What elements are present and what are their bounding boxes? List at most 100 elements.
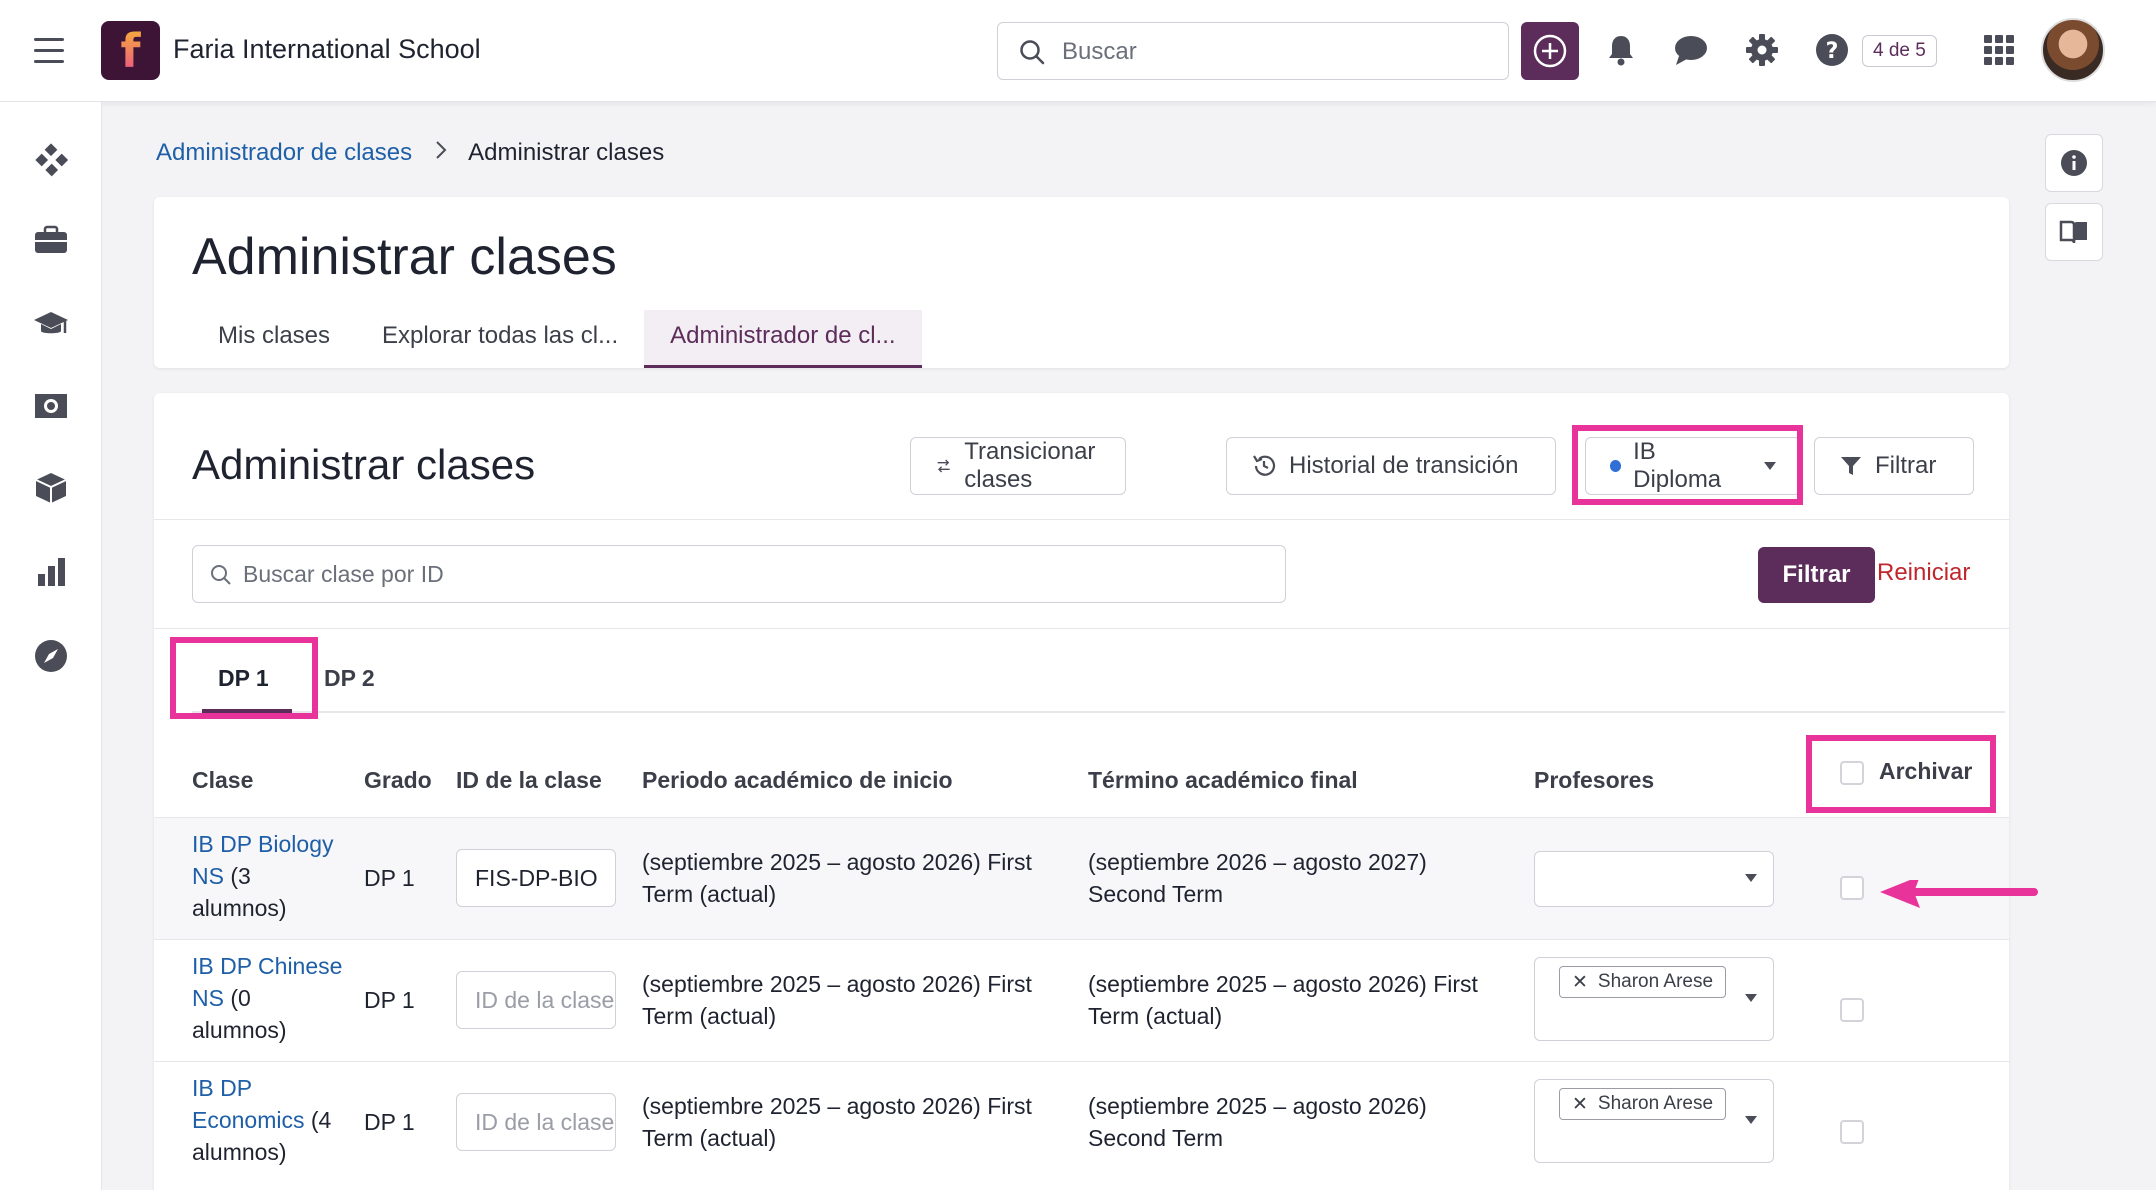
chat-icon[interactable] — [1673, 32, 1709, 68]
class-link[interactable]: IB DP Chinese — [192, 953, 342, 979]
apps-grid-icon[interactable] — [1984, 35, 2014, 65]
class-id-input[interactable]: FIS-DP-BIO — [456, 849, 616, 907]
grade-cell: DP 1 — [364, 987, 415, 1013]
user-avatar[interactable] — [2041, 18, 2105, 82]
graduation-cap-icon[interactable] — [33, 306, 69, 342]
transition-history-button[interactable]: Historial de transición — [1226, 437, 1556, 495]
tab-explorar-clases[interactable]: Explorar todas las cl... — [356, 310, 644, 368]
grade-cell: DP 1 — [364, 1109, 415, 1135]
close-icon[interactable]: ✕ — [1572, 1093, 1588, 1116]
end-term-line: (septiembre 2025 – agosto 2026) First — [1088, 971, 1478, 997]
class-link[interactable]: Economics — [192, 1107, 304, 1133]
search-placeholder: Buscar — [1062, 38, 1137, 65]
filter-button-label: Filtrar — [1875, 452, 1937, 479]
table-row: IB DP Economics (4 alumnos) DP 1 ID de l… — [154, 1061, 2009, 1183]
tab-underline — [192, 711, 2005, 713]
start-period-cell: (septiembre 2025 – agosto 2026) First Te… — [642, 846, 1032, 910]
start-period-line: Term (actual) — [642, 881, 777, 907]
transition-classes-button[interactable]: Transicionar clases — [910, 437, 1126, 495]
column-header-teachers: Profesores — [1534, 767, 1655, 793]
class-id-input[interactable]: ID de la clase — [456, 971, 616, 1029]
start-period-line: Term (actual) — [642, 1125, 777, 1151]
search-icon — [211, 565, 231, 585]
transition-arrows-icon — [937, 459, 950, 473]
end-term-cell: (septiembre 2026 – agosto 2027) Second T… — [1088, 846, 1427, 910]
teacher-chip-label: Sharon Arese — [1597, 971, 1714, 992]
student-count-label: alumnos) — [192, 1139, 287, 1165]
archive-checkbox[interactable] — [1840, 998, 1864, 1022]
table-row: IB DP Biology NS (3 alumnos) DP 1 FIS-DP… — [154, 817, 2009, 939]
class-id-input[interactable]: ID de la clase — [456, 1093, 616, 1151]
start-period-line: Term (actual) — [642, 1003, 777, 1029]
annotation-arrow-icon — [1880, 880, 2038, 908]
add-button[interactable] — [1521, 22, 1579, 80]
cube-icon[interactable] — [33, 470, 69, 506]
briefcase-icon[interactable] — [33, 222, 69, 258]
student-count: (0 — [223, 985, 251, 1011]
end-term-cell: (septiembre 2025 – agosto 2026) Second T… — [1088, 1090, 1427, 1154]
book-globe-icon[interactable] — [33, 388, 69, 424]
grade-cell: DP 1 — [364, 865, 415, 891]
apply-filter-button[interactable]: Filtrar — [1758, 547, 1875, 603]
class-link[interactable]: NS — [192, 985, 224, 1011]
teacher-chip: ✕ Sharon Arese — [1559, 966, 1727, 998]
menu-icon[interactable] — [34, 38, 64, 64]
info-icon — [2061, 150, 2087, 176]
archive-checkbox[interactable] — [1840, 1120, 1864, 1144]
class-link[interactable]: NS — [192, 863, 224, 889]
guide-button[interactable] — [2045, 203, 2103, 261]
start-period-cell: (septiembre 2025 – agosto 2026) First Te… — [642, 968, 1032, 1032]
table-row: IB DP Chinese NS (0 alumnos) DP 1 ID de … — [154, 939, 2009, 1061]
end-term-line: Term (actual) — [1088, 1003, 1223, 1029]
left-navigation — [0, 102, 102, 1190]
caret-down-icon — [1745, 1116, 1757, 1124]
tab-mis-clases[interactable]: Mis clases — [192, 310, 356, 368]
school-name: Faria International School — [173, 34, 481, 64]
chevron-right-icon — [435, 139, 447, 167]
class-name-cell: IB DP Biology NS (3 alumnos) — [192, 828, 352, 924]
highlight-dp1-tab — [170, 637, 318, 719]
student-count-label: alumnos) — [192, 895, 287, 921]
school-logo[interactable]: f — [101, 21, 160, 80]
teacher-chip-label: Sharon Arese — [1597, 1093, 1714, 1114]
diamond-grid-icon[interactable] — [33, 142, 69, 178]
class-link[interactable]: IB DP Biology — [192, 831, 333, 857]
notifications-bell-icon[interactable] — [1603, 32, 1639, 68]
gear-icon[interactable] — [1744, 32, 1780, 68]
end-term-line: (septiembre 2026 – agosto 2027) — [1088, 849, 1427, 875]
end-term-line: (septiembre 2025 – agosto 2026) — [1088, 1093, 1427, 1119]
highlight-program-select — [1572, 425, 1803, 505]
reset-link[interactable]: Reiniciar — [1877, 559, 1970, 587]
info-button[interactable] — [2045, 134, 2103, 192]
start-period-line: (septiembre 2025 – agosto 2026) First — [642, 849, 1032, 875]
manage-classes-card: Administrar clases Transicionar clases H… — [154, 393, 2009, 1190]
svg-text:?: ? — [1826, 39, 1839, 64]
column-header-class: Clase — [192, 767, 254, 793]
start-period-line: (septiembre 2025 – agosto 2026) First — [642, 971, 1032, 997]
divider — [154, 628, 2009, 629]
column-header-end-term: Término académico final — [1088, 767, 1358, 793]
tab-dp2[interactable]: DP 2 — [324, 665, 375, 692]
open-book-icon — [2059, 220, 2087, 244]
archive-checkbox[interactable] — [1840, 876, 1864, 900]
bar-chart-icon[interactable] — [33, 554, 69, 590]
close-icon[interactable]: ✕ — [1572, 971, 1588, 994]
teachers-select[interactable]: ✕ Sharon Arese — [1534, 957, 1774, 1041]
class-link[interactable]: IB DP — [192, 1075, 252, 1101]
class-id-search-input[interactable]: Buscar clase por ID — [192, 545, 1286, 603]
teachers-select[interactable] — [1534, 851, 1774, 907]
tab-administrador-clases[interactable]: Administrador de cl... — [644, 310, 922, 368]
filter-button[interactable]: Filtrar — [1814, 437, 1974, 495]
progress-badge[interactable]: 4 de 5 — [1862, 35, 1937, 67]
page-tabs: Mis clases Explorar todas las cl... Admi… — [192, 310, 922, 368]
global-search-input[interactable]: Buscar — [997, 22, 1509, 80]
student-count: (3 — [223, 863, 251, 889]
caret-down-icon — [1745, 874, 1757, 882]
teachers-select[interactable]: ✕ Sharon Arese — [1534, 1079, 1774, 1163]
breadcrumb-parent-link[interactable]: Administrador de clases — [156, 139, 412, 166]
compass-icon[interactable] — [33, 638, 69, 674]
transition-classes-label: Transicionar clases — [964, 438, 1096, 493]
class-id-search-placeholder: Buscar clase por ID — [243, 561, 444, 587]
page-header-card: Administrar clases Mis clases Explorar t… — [154, 197, 2009, 368]
help-icon[interactable]: ? — [1814, 32, 1850, 68]
